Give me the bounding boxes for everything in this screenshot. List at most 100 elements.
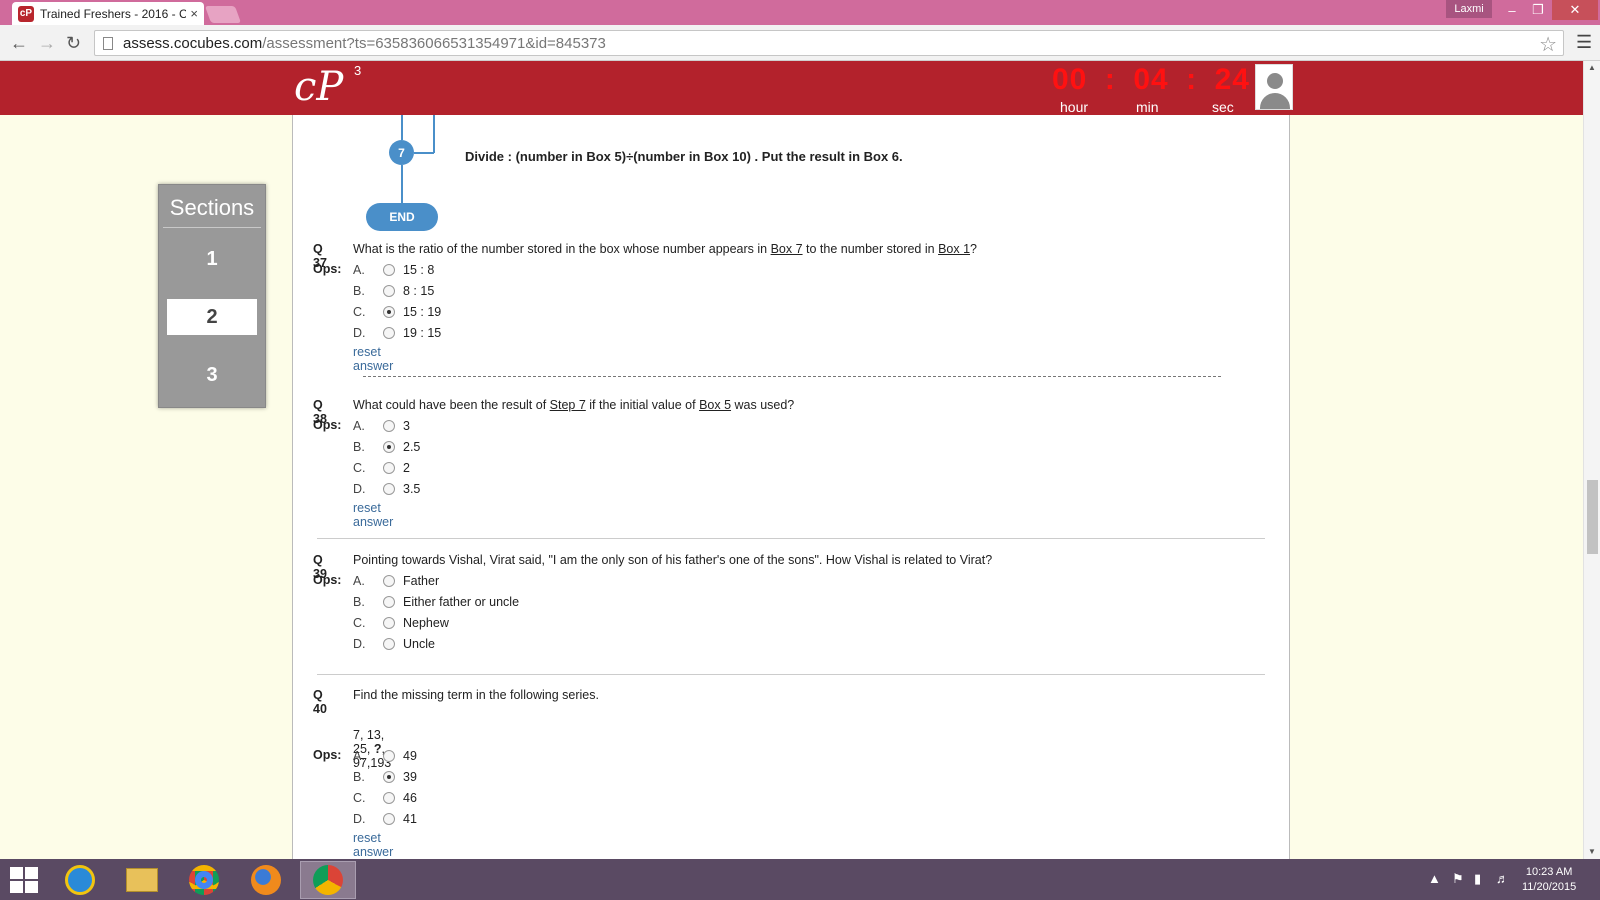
firefox-icon[interactable] <box>238 861 294 899</box>
volume-icon[interactable]: ♬ <box>1496 871 1509 886</box>
reset-answer-link[interactable]: reset answer <box>353 501 393 529</box>
option-d[interactable]: D. Uncle <box>353 635 435 653</box>
radio-button-selected[interactable] <box>383 771 395 783</box>
network-signal-icon[interactable]: ▮ <box>1474 871 1481 887</box>
ops-label: Ops: <box>313 262 342 276</box>
page-content: Sections 1 2 3 7 END Divide : (number in… <box>0 115 1583 859</box>
browser-toolbar: ← → ↻ assess.cocubes.com/assessment?ts=6… <box>0 25 1600 61</box>
option-c[interactable]: C. Nephew <box>353 614 449 632</box>
flow-step-node: 7 <box>389 140 414 165</box>
option-c[interactable]: C. 15 : 19 <box>353 303 441 321</box>
close-window-icon[interactable]: ✕ <box>1552 0 1598 20</box>
question-text: Pointing towards Vishal, Virat said, "I … <box>353 553 993 567</box>
user-avatar-icon[interactable] <box>1255 64 1293 110</box>
timer-hours: 00 <box>1052 63 1088 96</box>
radio-button[interactable] <box>383 617 395 629</box>
back-icon[interactable]: ← <box>10 33 28 54</box>
radio-button[interactable] <box>383 792 395 804</box>
option-b[interactable]: B. 8 : 15 <box>353 282 434 300</box>
option-b[interactable]: B. 2.5 <box>353 438 420 456</box>
option-a[interactable]: A. 15 : 8 <box>353 261 434 279</box>
question-divider <box>363 376 1221 377</box>
flow-connector <box>433 115 435 153</box>
bookmark-star-icon[interactable]: ☆ <box>1539 32 1557 57</box>
page-scrollbar[interactable]: ▲ ▼ <box>1583 61 1600 859</box>
chrome-icon[interactable] <box>176 861 232 899</box>
logo-superscript: 3 <box>354 63 362 78</box>
option-a[interactable]: A. 3 <box>353 417 410 435</box>
scroll-down-icon[interactable]: ▼ <box>1588 847 1596 856</box>
system-clock[interactable]: 10:23 AM 11/20/2015 <box>1522 865 1576 895</box>
option-a[interactable]: A. Father <box>353 572 439 590</box>
timer-sec-label: sec <box>1212 99 1234 115</box>
option-d[interactable]: D. 19 : 15 <box>353 324 441 342</box>
radio-button-selected[interactable] <box>383 441 395 453</box>
question-text: What could have been the result of Step … <box>353 398 795 412</box>
ops-label: Ops: <box>313 573 342 587</box>
radio-button[interactable] <box>383 420 395 432</box>
ops-label: Ops: <box>313 418 342 432</box>
address-bar[interactable]: assess.cocubes.com/assessment?ts=6358360… <box>94 30 1564 56</box>
url-path: /assessment?ts=635836066531354971&id=845… <box>262 34 606 52</box>
question-panel: 7 END Divide : (number in Box 5)÷(number… <box>292 115 1290 859</box>
forward-icon[interactable]: → <box>38 33 56 54</box>
question-divider <box>317 538 1265 539</box>
option-d[interactable]: D. 41 <box>353 810 417 828</box>
close-tab-icon[interactable]: × <box>190 6 198 21</box>
internet-explorer-icon[interactable] <box>52 861 108 899</box>
section-3-button[interactable]: 3 <box>167 357 257 393</box>
reload-icon[interactable]: ↻ <box>66 33 81 54</box>
radio-button[interactable] <box>383 285 395 297</box>
minimize-icon[interactable]: – <box>1498 0 1526 20</box>
radio-button[interactable] <box>383 638 395 650</box>
reset-answer-link[interactable]: reset answer <box>353 345 393 373</box>
app-header: cP 3 00 : 04 : 24 hour min sec <box>0 61 1583 115</box>
cocubes-logo: cP 3 <box>294 63 361 110</box>
question-number: Q 40 <box>313 688 327 716</box>
cocubes-favicon-icon: cP <box>18 5 34 22</box>
scroll-up-icon[interactable]: ▲ <box>1588 63 1596 72</box>
option-b[interactable]: B. 39 <box>353 768 417 786</box>
section-1-button[interactable]: 1 <box>167 241 257 277</box>
windows-taskbar: ▲ ⚑ ▮ ♬ 10:23 AM 11/20/2015 <box>0 859 1600 900</box>
option-b[interactable]: B. Either father or uncle <box>353 593 519 611</box>
option-c[interactable]: C. 46 <box>353 789 417 807</box>
file-explorer-icon[interactable] <box>114 861 170 899</box>
radio-button[interactable] <box>383 813 395 825</box>
browser-titlebar: cP Trained Freshers - 2016 - C × Laxmi –… <box>0 0 1600 25</box>
timer-separator: : <box>1104 63 1116 96</box>
chrome-active-icon[interactable] <box>300 861 356 899</box>
option-c[interactable]: C. 2 <box>353 459 410 477</box>
browser-tab[interactable]: cP Trained Freshers - 2016 - C × <box>12 2 204 25</box>
restore-icon[interactable]: ❐ <box>1524 0 1552 20</box>
browser-menu-icon[interactable]: ☰ <box>1576 32 1592 53</box>
scroll-thumb[interactable] <box>1587 480 1598 554</box>
question-text: Find the missing term in the following s… <box>353 688 599 702</box>
windows-start-icon[interactable] <box>10 867 38 893</box>
clock-time: 10:23 AM <box>1525 866 1573 878</box>
radio-button[interactable] <box>383 483 395 495</box>
radio-button-selected[interactable] <box>383 306 395 318</box>
ops-label: Ops: <box>313 748 342 762</box>
sections-title: Sections <box>163 195 261 228</box>
profile-name[interactable]: Laxmi <box>1446 0 1492 18</box>
section-2-button[interactable]: 2 <box>167 299 257 335</box>
new-tab-button[interactable] <box>204 6 242 23</box>
show-hidden-icons-icon[interactable]: ▲ <box>1428 871 1441 886</box>
option-d[interactable]: D. 3.5 <box>353 480 420 498</box>
question-text: What is the ratio of the number stored i… <box>353 242 977 256</box>
radio-button[interactable] <box>383 327 395 339</box>
reset-answer-link[interactable]: reset answer <box>353 831 393 859</box>
tab-title: Trained Freshers - 2016 - C <box>40 6 187 21</box>
flow-connector <box>401 115 403 140</box>
radio-button[interactable] <box>383 596 395 608</box>
page-icon <box>103 36 113 50</box>
radio-button[interactable] <box>383 462 395 474</box>
timer-min-label: min <box>1136 99 1159 115</box>
radio-button[interactable] <box>383 264 395 276</box>
action-center-flag-icon[interactable]: ⚑ <box>1452 871 1464 887</box>
radio-button[interactable] <box>383 575 395 587</box>
option-a[interactable]: A. 49 <box>353 747 417 765</box>
logo-text: cP <box>294 64 344 110</box>
radio-button[interactable] <box>383 750 395 762</box>
